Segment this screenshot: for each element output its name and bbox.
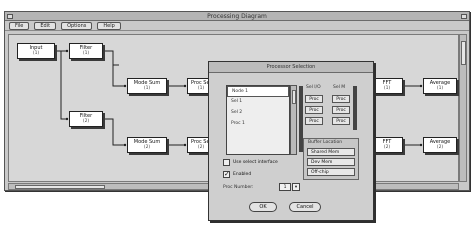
group1-button-3[interactable]: Proc (305, 117, 323, 125)
node-subtitle: (1) (32, 51, 40, 56)
diagram-node-filter-1[interactable]: Filter (1) (69, 43, 103, 59)
group2-button-3[interactable]: Proc (332, 117, 350, 125)
window-maximize-icon[interactable] (461, 14, 467, 19)
diagram-node-input[interactable]: Input (1) (17, 43, 55, 59)
node-subtitle: (2) (197, 145, 205, 150)
proc-number-field[interactable]: 1 (279, 183, 291, 191)
list-scrollbar[interactable] (290, 85, 297, 155)
group2-label: Sel M (333, 85, 346, 90)
vertical-scrollbar[interactable] (459, 34, 467, 182)
window-menu-icon[interactable] (7, 14, 13, 19)
dialog-title[interactable]: Processor Selection (209, 62, 373, 73)
list-item[interactable]: Sel 1 (227, 97, 289, 108)
divider (353, 86, 357, 130)
node-subtitle: (2) (436, 145, 444, 150)
checkbox-label: Use select interface (233, 160, 278, 165)
node-subtitle: (2) (143, 145, 151, 150)
menu-help[interactable]: Help (97, 22, 121, 30)
node-subtitle: (1) (143, 86, 151, 91)
menu-file[interactable]: File (9, 22, 30, 30)
ok-button[interactable]: OK (249, 202, 277, 212)
menu-bar: File Edit Options Help (5, 21, 469, 31)
vertical-scroll-thumb[interactable] (461, 41, 466, 65)
diagram-node-fft-2[interactable]: FFT (2) (371, 137, 403, 153)
option-off-chip[interactable]: Off-chip (307, 168, 355, 176)
cancel-button[interactable]: Cancel (289, 202, 321, 212)
node-subtitle: (1) (436, 86, 444, 91)
list-scroll-thumb[interactable] (292, 90, 296, 104)
node-subtitle: (1) (82, 51, 90, 56)
group1-button-1[interactable]: Proc (305, 95, 323, 103)
option-shared-mem[interactable]: Shared Mem (307, 148, 355, 156)
group2-button-2[interactable]: Proc (332, 106, 350, 114)
window-titlebar[interactable]: Processing Diagram (5, 12, 469, 21)
list-item[interactable]: Node 1 (227, 86, 289, 97)
group2-button-1[interactable]: Proc (332, 95, 350, 103)
diagram-node-average-1[interactable]: Average (1) (423, 78, 457, 94)
horizontal-scroll-thumb[interactable] (15, 185, 105, 189)
list-item[interactable]: Sel 2 (227, 108, 289, 119)
proc-number-spin-icon[interactable]: ▾ (292, 183, 300, 191)
use-select-interface-checkbox[interactable] (223, 159, 230, 166)
node-subtitle: (2) (82, 119, 90, 124)
diagram-node-fft-1[interactable]: FFT (1) (371, 78, 403, 94)
diagram-node-average-2[interactable]: Average (2) (423, 137, 457, 153)
processor-list[interactable]: Node 1 Sel 1 Sel 2 Proc 1 (226, 85, 290, 155)
menu-edit[interactable]: Edit (34, 22, 57, 30)
enabled-checkbox[interactable]: ✓ (223, 171, 230, 178)
menu-options[interactable]: Options (61, 22, 93, 30)
group1-label: Sel I/O (306, 85, 321, 90)
group1-button-2[interactable]: Proc (305, 106, 323, 114)
enabled-row[interactable]: ✓ Enabled (223, 171, 251, 178)
list-item[interactable]: Proc 1 (227, 119, 289, 130)
diagram-node-mode-sum-1[interactable]: Mode Sum (1) (127, 78, 167, 94)
diagram-node-mode-sum-2[interactable]: Mode Sum (2) (127, 137, 167, 153)
processor-dialog: Processor Selection Node 1 Sel 1 Sel 2 P… (208, 61, 374, 221)
buffer-location-group: Buffer Location Shared Mem Dev Mem Off-c… (303, 138, 359, 180)
window-title: Processing Diagram (207, 12, 267, 20)
checkbox-label: Enabled (233, 172, 252, 177)
option-dev-mem[interactable]: Dev Mem (307, 158, 355, 166)
diagram-node-filter-2[interactable]: Filter (2) (69, 111, 103, 127)
proc-number-label: Proc Number: (223, 185, 254, 190)
options-title: Buffer Location (308, 140, 343, 145)
use-select-interface-row[interactable]: Use select interface (223, 159, 278, 166)
node-subtitle: (1) (383, 86, 391, 91)
node-subtitle: (1) (197, 86, 205, 91)
node-subtitle: (2) (383, 145, 391, 150)
